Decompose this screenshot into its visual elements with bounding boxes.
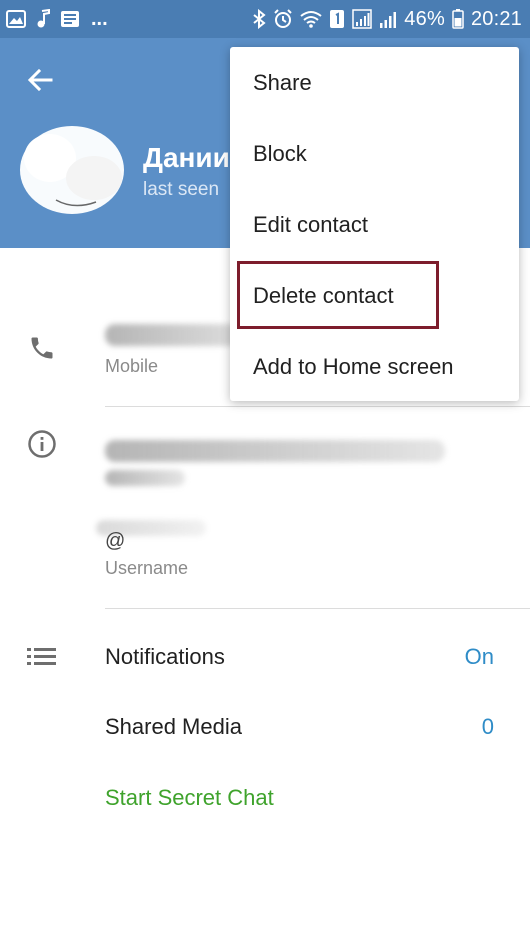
list-icon — [24, 638, 60, 674]
notifications-label[interactable]: Notifications — [105, 644, 225, 670]
username-label: Username — [105, 558, 189, 578]
divider — [105, 608, 530, 609]
overflow-menu: Share Block Edit contact Delete contact … — [230, 47, 519, 401]
sim-1-icon — [329, 9, 345, 29]
inbox-icon — [60, 9, 80, 29]
start-secret-chat-button[interactable]: Start Secret Chat — [105, 785, 274, 811]
bluetooth-icon — [252, 9, 266, 29]
menu-item-delete-contact[interactable]: Delete contact — [230, 260, 519, 331]
music-note-icon — [35, 9, 51, 29]
shared-media-label[interactable]: Shared Media — [105, 714, 242, 740]
battery-percent: 46% — [404, 7, 445, 30]
signal-icon — [379, 9, 397, 29]
arrow-back-icon — [27, 68, 53, 92]
phone-icon — [24, 330, 60, 366]
wifi-icon — [300, 10, 322, 28]
status-left-icons: ... — [6, 7, 108, 31]
contact-name: Дании — [143, 142, 230, 173]
status-bar: ... 46% 20:21 — [0, 0, 530, 38]
username-at-sign: @ — [105, 530, 126, 552]
menu-item-edit-contact[interactable]: Edit contact — [230, 189, 519, 260]
contact-last-seen: last seen — [143, 179, 220, 200]
status-overflow: ... — [91, 7, 108, 30]
bio-redacted — [105, 440, 445, 462]
status-right-icons: 46% 20:21 — [252, 7, 522, 31]
clock: 20:21 — [470, 7, 522, 30]
alarm-icon — [273, 9, 293, 29]
divider — [105, 406, 530, 407]
notifications-value[interactable]: On — [465, 644, 494, 670]
info-icon — [24, 426, 60, 462]
bio-redacted — [105, 470, 185, 486]
signal-icon — [352, 9, 373, 29]
menu-item-add-to-home-screen[interactable]: Add to Home screen — [230, 331, 519, 402]
back-button[interactable] — [18, 60, 62, 100]
gallery-icon — [6, 10, 26, 28]
shared-media-count[interactable]: 0 — [482, 714, 494, 740]
battery-icon — [452, 9, 464, 29]
phone-label: Mobile — [105, 356, 159, 376]
menu-item-block[interactable]: Block — [230, 118, 519, 189]
menu-item-share[interactable]: Share — [230, 47, 519, 118]
avatar[interactable] — [16, 122, 128, 218]
